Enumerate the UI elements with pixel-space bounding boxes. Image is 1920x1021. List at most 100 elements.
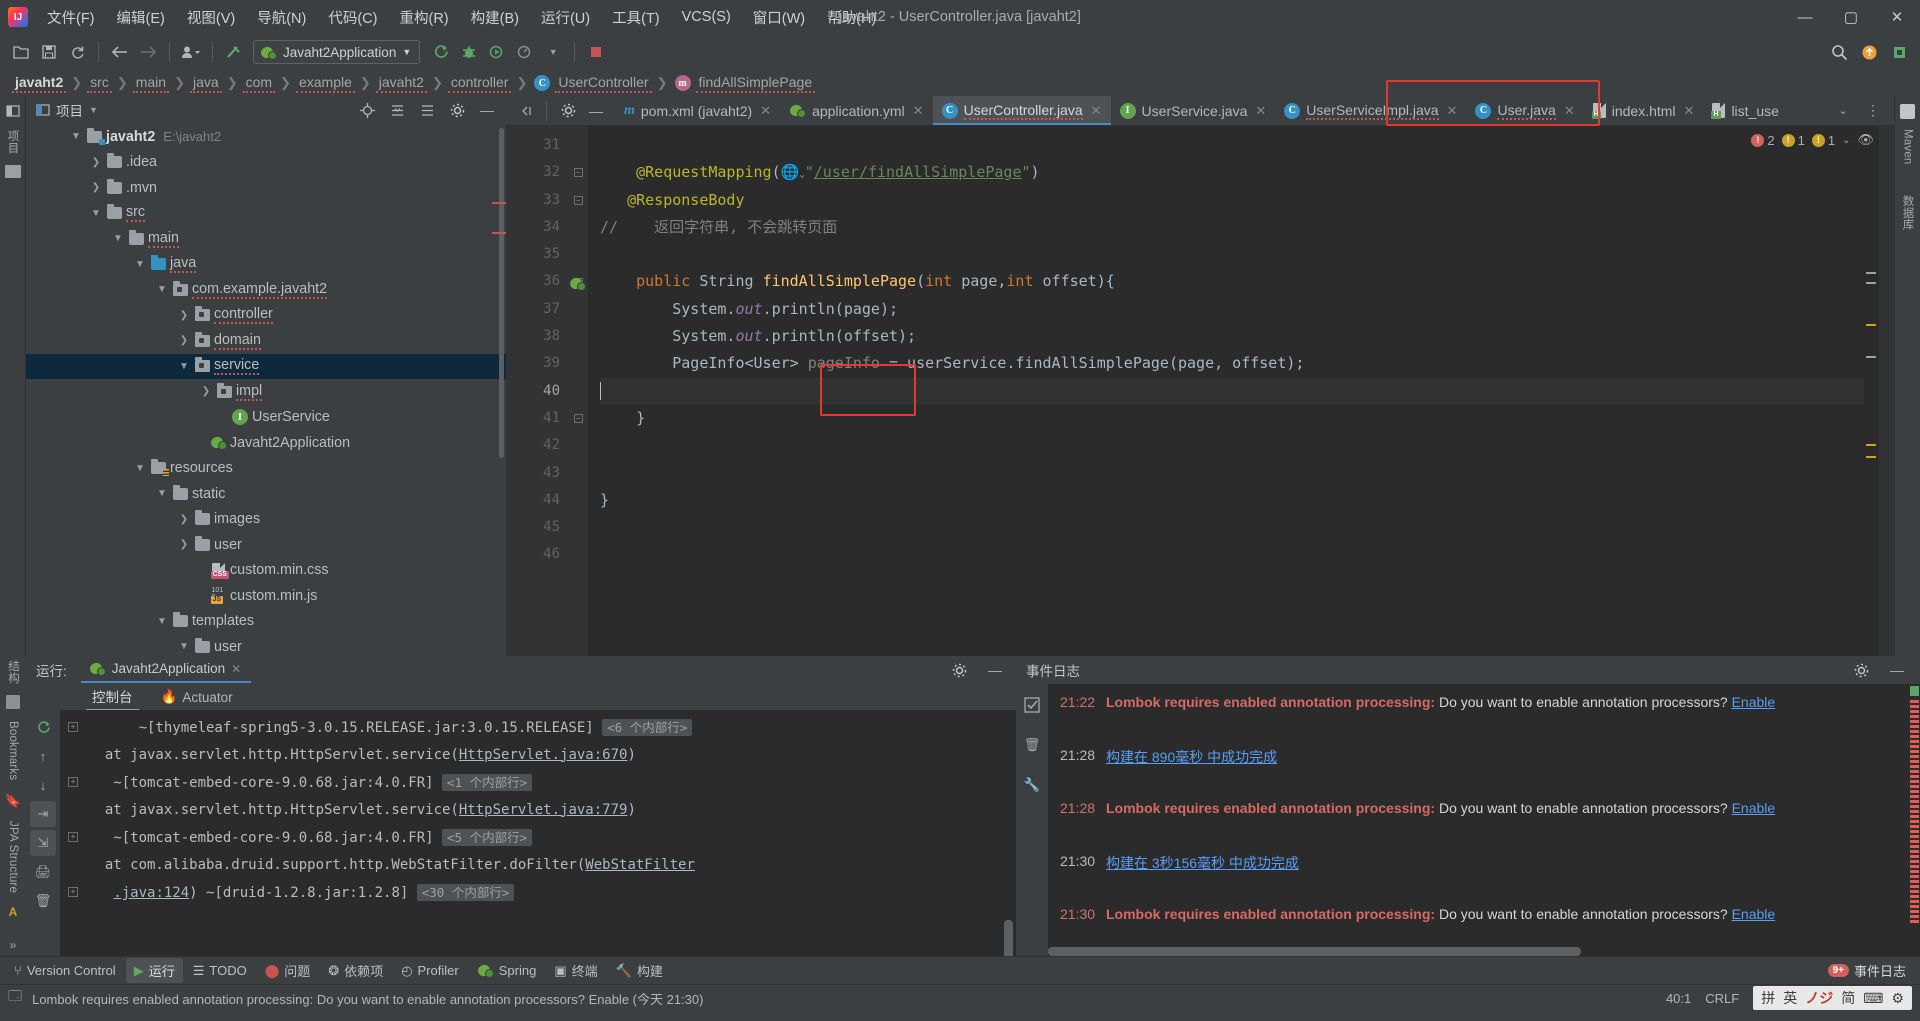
bookmarks-tool-button[interactable]: Bookmarks [7, 721, 19, 780]
close-icon[interactable]: ✕ [760, 103, 771, 119]
editor-tab-userserviceimpl-java[interactable]: C UserServiceImpl.java ✕ [1275, 96, 1467, 125]
chevron-right-icon[interactable]: ❯ [88, 182, 104, 193]
tool-button-version-control[interactable]: ⑂ Version Control [6, 960, 124, 981]
status-message[interactable]: Lombok requires enabled annotation proce… [32, 989, 703, 1008]
menu-view[interactable]: 视图(V) [176, 3, 246, 32]
tree-node-custom-min-js[interactable]: 1010 JS custom.min.js [26, 583, 506, 609]
menu-file[interactable]: 文件(F) [36, 3, 106, 32]
breadcrumb-item-src[interactable]: src [87, 74, 112, 93]
tree-node-static-user[interactable]: ❯ user [26, 532, 506, 558]
open-folder-icon[interactable] [8, 39, 34, 65]
profile-icon[interactable] [178, 39, 204, 65]
fold-marker[interactable]: − [568, 187, 588, 214]
tree-node-javaht2application[interactable]: Javaht2Application [26, 430, 506, 456]
chevron-down-icon[interactable]: ▼ [110, 233, 126, 244]
stacktrace-link[interactable]: HttpServlet.java:670 [459, 747, 628, 763]
menu-help[interactable]: 帮助(H) [816, 3, 887, 32]
tool-button-problems[interactable]: ⬤ 问题 [257, 958, 319, 983]
chevron-down-icon[interactable]: ▼ [88, 208, 104, 219]
project-tree-scrollbar[interactable] [499, 128, 504, 458]
menu-navigate[interactable]: 导航(N) [246, 3, 317, 32]
event-log-entry[interactable]: 21:22 Lombok requires enabled annotation… [1048, 690, 1920, 743]
line-separator[interactable]: CRLF [1705, 991, 1739, 1006]
print-icon[interactable]: 🖨 [30, 859, 56, 885]
menu-edit[interactable]: 编辑(E) [106, 3, 176, 32]
clear-all-icon[interactable]: 🗑 [30, 888, 56, 914]
tree-node-images[interactable]: ❯ images [26, 507, 506, 533]
stacktrace-link[interactable]: HttpServlet.java:779 [459, 802, 628, 818]
event-action-link[interactable]: Enable [1732, 800, 1776, 816]
tree-node-templates-user[interactable]: ▼ user [26, 634, 506, 656]
editor-tab-usercontroller-java[interactable]: C UserController.java ✕ [932, 96, 1111, 125]
error-count[interactable]: ! 2 [1751, 133, 1775, 148]
menu-refactor[interactable]: 重构(R) [388, 3, 459, 32]
chevron-down-icon[interactable]: ▼ [154, 616, 170, 627]
debug-icon[interactable] [456, 39, 482, 65]
structure-tool-button[interactable]: 结构 [5, 660, 21, 683]
close-icon[interactable]: ✕ [1564, 103, 1575, 119]
editor-scrollbar[interactable] [1878, 126, 1894, 656]
maven-tool-icon[interactable] [1900, 104, 1915, 119]
chevron-down-icon[interactable]: ▼ [154, 488, 170, 499]
chevron-down-icon[interactable]: ⌄ [1830, 98, 1856, 124]
bookmark-icon[interactable]: 🔖 [5, 793, 21, 809]
menu-vcs[interactable]: VCS(S) [671, 5, 742, 29]
expand-all-icon[interactable] [384, 97, 410, 123]
chevron-down-icon[interactable]: ▼ [132, 463, 148, 474]
save-icon[interactable] [36, 39, 62, 65]
inspections-widget-icon[interactable]: 👁 [1857, 132, 1874, 148]
locate-icon[interactable] [354, 97, 380, 123]
menu-run[interactable]: 运行(U) [530, 3, 601, 32]
event-log-entry[interactable]: 21:30 构建在 3秒156毫秒 中成功完成 [1048, 849, 1920, 902]
close-icon[interactable]: ✕ [1447, 103, 1458, 119]
close-icon[interactable]: ✕ [913, 103, 924, 119]
chevron-down-icon[interactable]: ▼ [176, 641, 192, 652]
editor-tab-application-yml[interactable]: application.yml ✕ [780, 96, 933, 125]
event-log-list[interactable]: 21:22 Lombok requires enabled annotation… [1048, 684, 1920, 956]
right-tool-strip-label-database[interactable]: 数据库 [1900, 195, 1916, 230]
build-hammer-icon[interactable] [221, 39, 247, 65]
tool-button-build[interactable]: 🔨 构建 [608, 958, 671, 983]
caret-position[interactable]: 40:1 [1666, 991, 1691, 1006]
close-icon[interactable]: ✕ [1255, 103, 1266, 119]
project-tool-icon[interactable] [4, 102, 22, 120]
subtab-console[interactable]: 控制台 [86, 683, 139, 711]
event-action-link[interactable]: Enable [1732, 906, 1776, 922]
menu-code[interactable]: 代码(C) [317, 3, 388, 32]
editor-tab-index-html[interactable]: H index.html ✕ [1583, 96, 1704, 125]
minimize-button[interactable]: — [1782, 0, 1828, 34]
back-icon[interactable] [107, 39, 133, 65]
tree-node-javaht2[interactable]: ▼ javaht2 E:\javaht2 [26, 124, 506, 150]
soft-wrap-icon[interactable]: ⇥ [30, 801, 56, 827]
menu-tools[interactable]: 工具(T) [601, 3, 671, 32]
fold-marker[interactable]: − [568, 159, 588, 186]
editor-tab-userservice-java[interactable]: I UserService.java ✕ [1110, 96, 1276, 125]
expand-icon[interactable]: + [68, 887, 78, 897]
chevron-down-icon[interactable]: ⌄ [1842, 135, 1850, 146]
ime-indicator[interactable]: 拼 英 ノジ 简 ⌨ ⚙ [1753, 986, 1912, 1010]
stop-icon[interactable] [583, 39, 609, 65]
hide-panel-icon[interactable]: — [982, 657, 1008, 683]
tree-node-mvn[interactable]: ❯ .mvn [26, 175, 506, 201]
gear-icon[interactable] [444, 97, 470, 123]
code-editor[interactable]: 31 32 33 34 35 36 37 38 39 40 41 42 43 4… [506, 126, 1894, 656]
more-options-icon[interactable]: ⋮ [1860, 98, 1886, 124]
warning-count[interactable]: ! 1 [1781, 133, 1805, 148]
close-icon[interactable]: ✕ [1091, 103, 1102, 119]
hide-panel-icon[interactable]: — [474, 97, 500, 123]
close-button[interactable]: ✕ [1874, 0, 1920, 34]
mark-read-icon[interactable] [1019, 692, 1045, 718]
tool-button-todo[interactable]: ☰ TODO [185, 960, 255, 982]
chevron-right-icon[interactable]: ❯ [176, 335, 192, 346]
hide-panel-icon[interactable]: — [1884, 657, 1910, 683]
tree-node-static[interactable]: ▼ static [26, 481, 506, 507]
breadcrumb-item-example[interactable]: example [295, 74, 355, 93]
ime-settings-icon[interactable]: ⚙ [1891, 990, 1904, 1007]
event-log-error-stripe[interactable] [1908, 684, 1920, 956]
breadcrumb-item-com[interactable]: com [242, 74, 276, 93]
clear-all-icon[interactable]: 🗑 [1019, 732, 1045, 758]
gear-icon[interactable] [1848, 657, 1874, 683]
folded-lines-chip[interactable]: <6 个内部行> [602, 719, 693, 736]
tree-node-custom-min-css[interactable]: CSS custom.min.css [26, 558, 506, 584]
weak-warning-count[interactable]: ! 1 [1811, 133, 1835, 148]
